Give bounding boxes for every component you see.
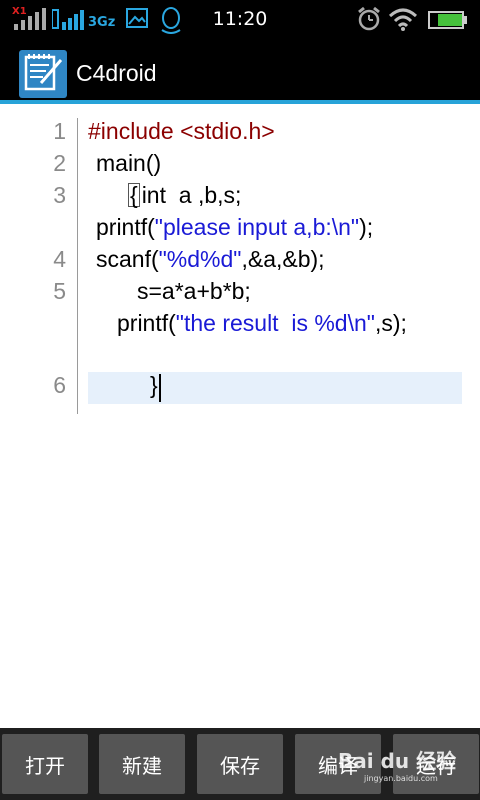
code-text: ,&a,&b); [241,246,325,272]
line-number: 4 [53,246,66,272]
code-text: int a ,b,s; [141,182,242,208]
new-button[interactable]: 新建 [99,734,185,794]
code-line-scanf: scanf("%d%d",&a,&b); [96,246,325,273]
open-button[interactable]: 打开 [2,734,88,794]
code-line-declare: {int a ,b,s; [128,182,241,209]
notepad-pen-icon[interactable] [19,50,67,98]
matched-brace: { [128,182,140,208]
gutter-divider [77,118,78,414]
code-line-include: #include <stdio.h> [88,118,275,144]
text-cursor [159,374,161,402]
app-title: C4droid [76,60,157,86]
bottom-toolbar: 打开 新建 保存 编译 运行 [0,728,480,800]
code-line-main: main() [96,150,162,176]
line-number: 3 [53,182,66,208]
run-button[interactable]: 运行 [393,734,479,794]
code-text: printf( [117,310,176,336]
code-text: ); [359,214,374,240]
alarm-clock-icon [358,6,380,31]
code-editor[interactable]: 1 2 3 4 5 6 #include <stdio.h> main() {i… [0,104,480,728]
code-line-printf-result: printf("the result is %d\n",s); [117,310,407,337]
save-button[interactable]: 保存 [197,734,283,794]
line-number: 2 [53,150,66,176]
battery-icon [428,11,467,29]
code-text: ,s); [374,310,407,336]
status-bar: X1 3Gz 11:20 [0,0,480,38]
string-literal: "%d%d" [158,246,242,272]
line-number: 5 [53,278,66,304]
code-line-printf-prompt: printf("please input a,b:\n"); [96,214,373,241]
current-line-highlight [88,372,462,404]
code-text: scanf( [96,246,159,272]
string-literal: "please input a,b:\n" [154,214,360,240]
app-bar: C4droid [0,38,480,104]
line-number: 1 [53,118,66,144]
code-line-close-brace: } [150,372,158,398]
wifi-icon [388,8,418,31]
line-number: 6 [53,372,66,398]
code-line-assign: s=a*a+b*b; [137,278,251,304]
string-literal: "the result is %d\n" [175,310,375,336]
code-text: printf( [96,214,155,240]
compile-button[interactable]: 编译 [295,734,381,794]
